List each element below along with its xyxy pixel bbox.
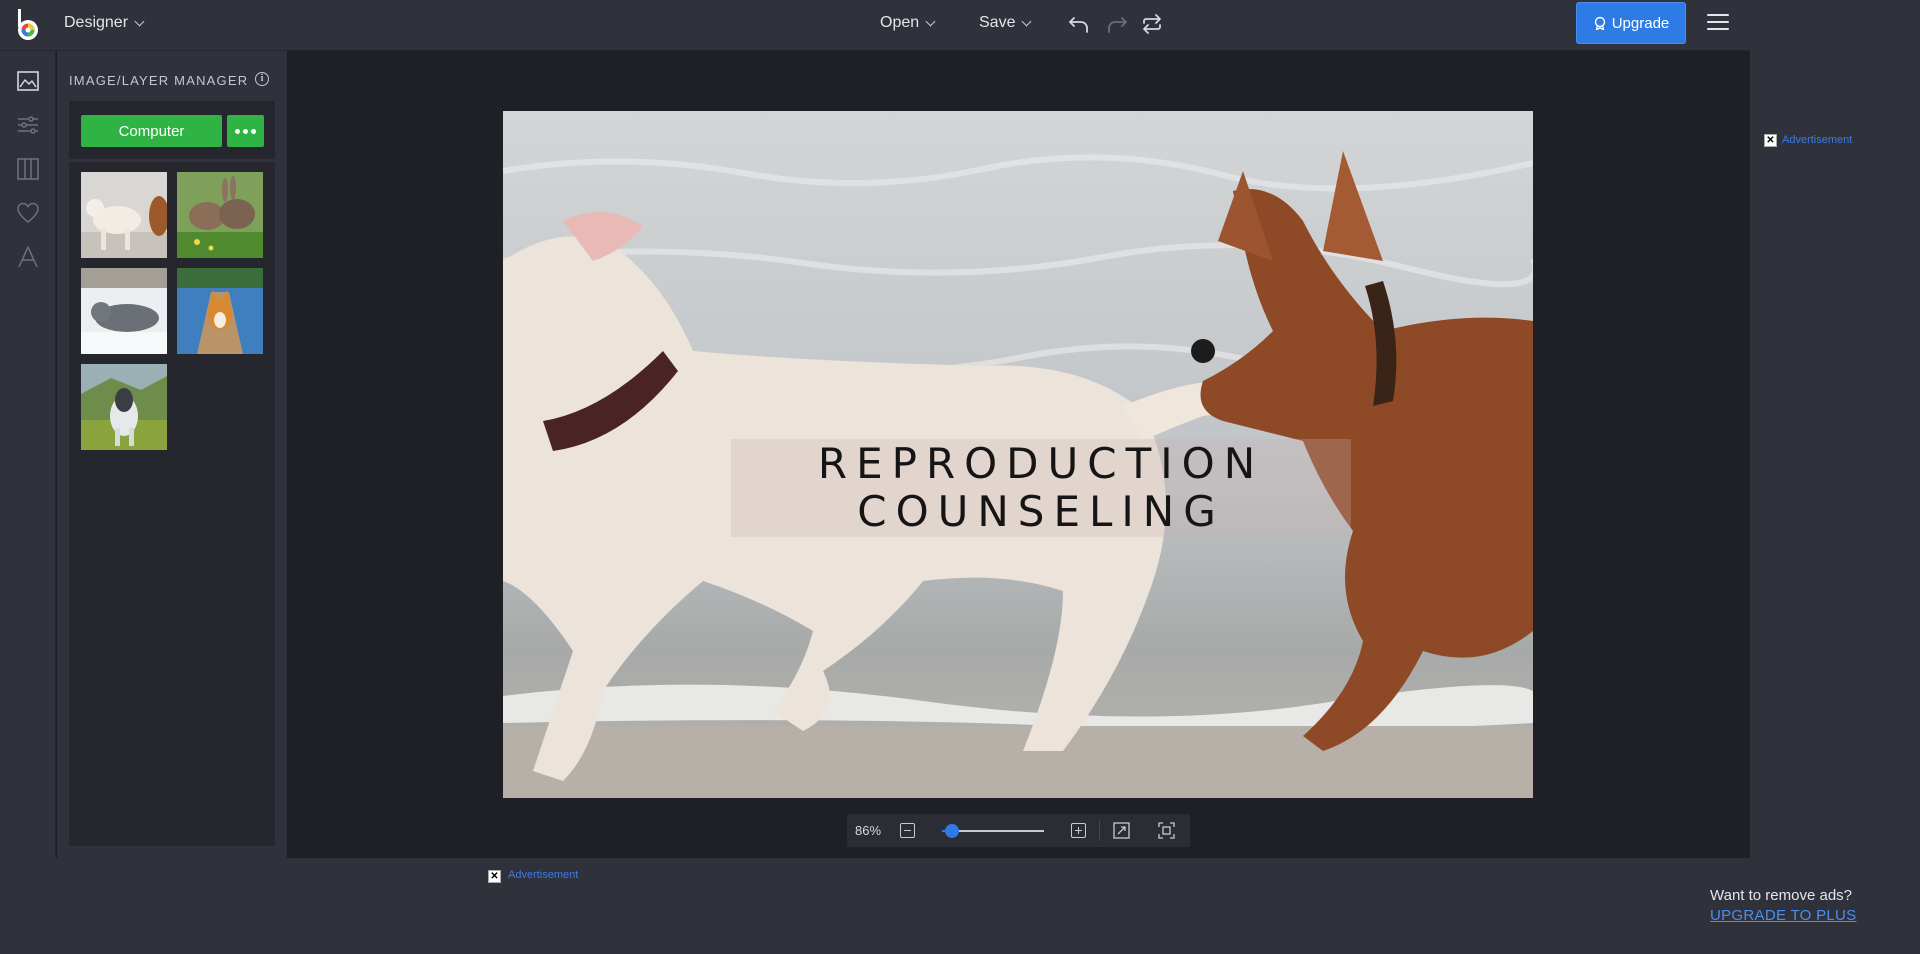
info-icon[interactable]: i	[255, 72, 269, 86]
upgrade-to-plus-link[interactable]: UPGRADE TO PLUS	[1710, 907, 1857, 924]
canvas-photo[interactable]: REPRODUCTION COUNSELING	[503, 111, 1533, 798]
hamburger-icon[interactable]	[1707, 14, 1729, 32]
mode-selector[interactable]: Designer	[64, 14, 145, 32]
open-menu-button[interactable]: Open	[880, 14, 936, 32]
top-toolbar: Designer Open Save Upgrade	[0, 0, 1750, 51]
upgrade-button[interactable]: Upgrade	[1576, 2, 1686, 44]
chevron-down-icon	[925, 16, 936, 26]
badge-icon	[1594, 16, 1605, 30]
canvas-workspace: REPRODUCTION COUNSELING 86%	[287, 51, 1750, 858]
layout-panels-icon[interactable]	[15, 156, 41, 182]
computer-upload-button[interactable]: Computer	[81, 115, 222, 147]
image-manager-icon[interactable]	[15, 68, 41, 94]
zoom-out-button[interactable]	[900, 823, 915, 838]
expand-icon[interactable]	[1113, 822, 1130, 839]
heart-icon[interactable]	[15, 200, 41, 226]
mode-label: Designer	[64, 14, 129, 31]
text-layer-box[interactable]: REPRODUCTION COUNSELING	[731, 439, 1351, 537]
ad-label[interactable]: Advertisement	[1782, 134, 1852, 146]
undo-icon[interactable]	[1067, 12, 1093, 36]
image-layer-manager-panel: IMAGE/LAYER MANAGER i Computer	[57, 51, 287, 858]
save-menu-button[interactable]: Save	[979, 14, 1032, 32]
panel-title: IMAGE/LAYER MANAGER	[69, 73, 249, 88]
redo-icon[interactable]	[1103, 12, 1129, 36]
zoom-level-value: 86%	[855, 823, 882, 838]
fit-to-screen-icon[interactable]	[1158, 822, 1175, 839]
repeat-icon[interactable]	[1139, 12, 1165, 36]
divider	[1099, 820, 1100, 841]
text-line-1: REPRODUCTION	[817, 439, 1265, 488]
ad-label[interactable]: Advertisement	[508, 869, 578, 881]
text-icon[interactable]	[15, 244, 41, 270]
thumbnail-dog-and-deer[interactable]	[81, 172, 167, 258]
open-label: Open	[880, 14, 920, 31]
bottom-ad-bar: ✕ Advertisement Want to remove ads? UPGR…	[0, 858, 1920, 954]
thumbnail-pony-in-field[interactable]	[81, 364, 167, 450]
close-icon[interactable]: ✕	[488, 870, 501, 883]
chevron-down-icon	[134, 16, 145, 26]
thumbnail-cat-on-bed[interactable]	[81, 268, 167, 354]
remove-ads-text: Want to remove ads?	[1710, 887, 1853, 904]
left-tool-rail	[0, 51, 56, 858]
close-icon[interactable]: ✕	[1764, 134, 1777, 147]
chevron-down-icon	[1022, 16, 1032, 26]
zoom-in-button[interactable]	[1071, 823, 1086, 838]
zoom-toolbar: 86%	[847, 814, 1190, 847]
text-line-2: COUNSELING	[857, 487, 1225, 536]
upgrade-label: Upgrade	[1611, 14, 1670, 32]
adjust-sliders-icon[interactable]	[15, 112, 41, 138]
panel-body: Computer	[69, 101, 275, 846]
zoom-slider-handle[interactable]	[944, 824, 959, 838]
right-ad-column: ✕ Advertisement	[1750, 0, 1920, 858]
thumbnail-rabbits-on-grass[interactable]	[177, 172, 263, 258]
thumbnail-corgi-on-boardwalk[interactable]	[177, 268, 263, 354]
save-label: Save	[979, 14, 1016, 31]
more-dots-icon[interactable]	[227, 115, 264, 147]
befunky-logo-icon[interactable]	[14, 8, 42, 42]
divider	[69, 159, 275, 162]
